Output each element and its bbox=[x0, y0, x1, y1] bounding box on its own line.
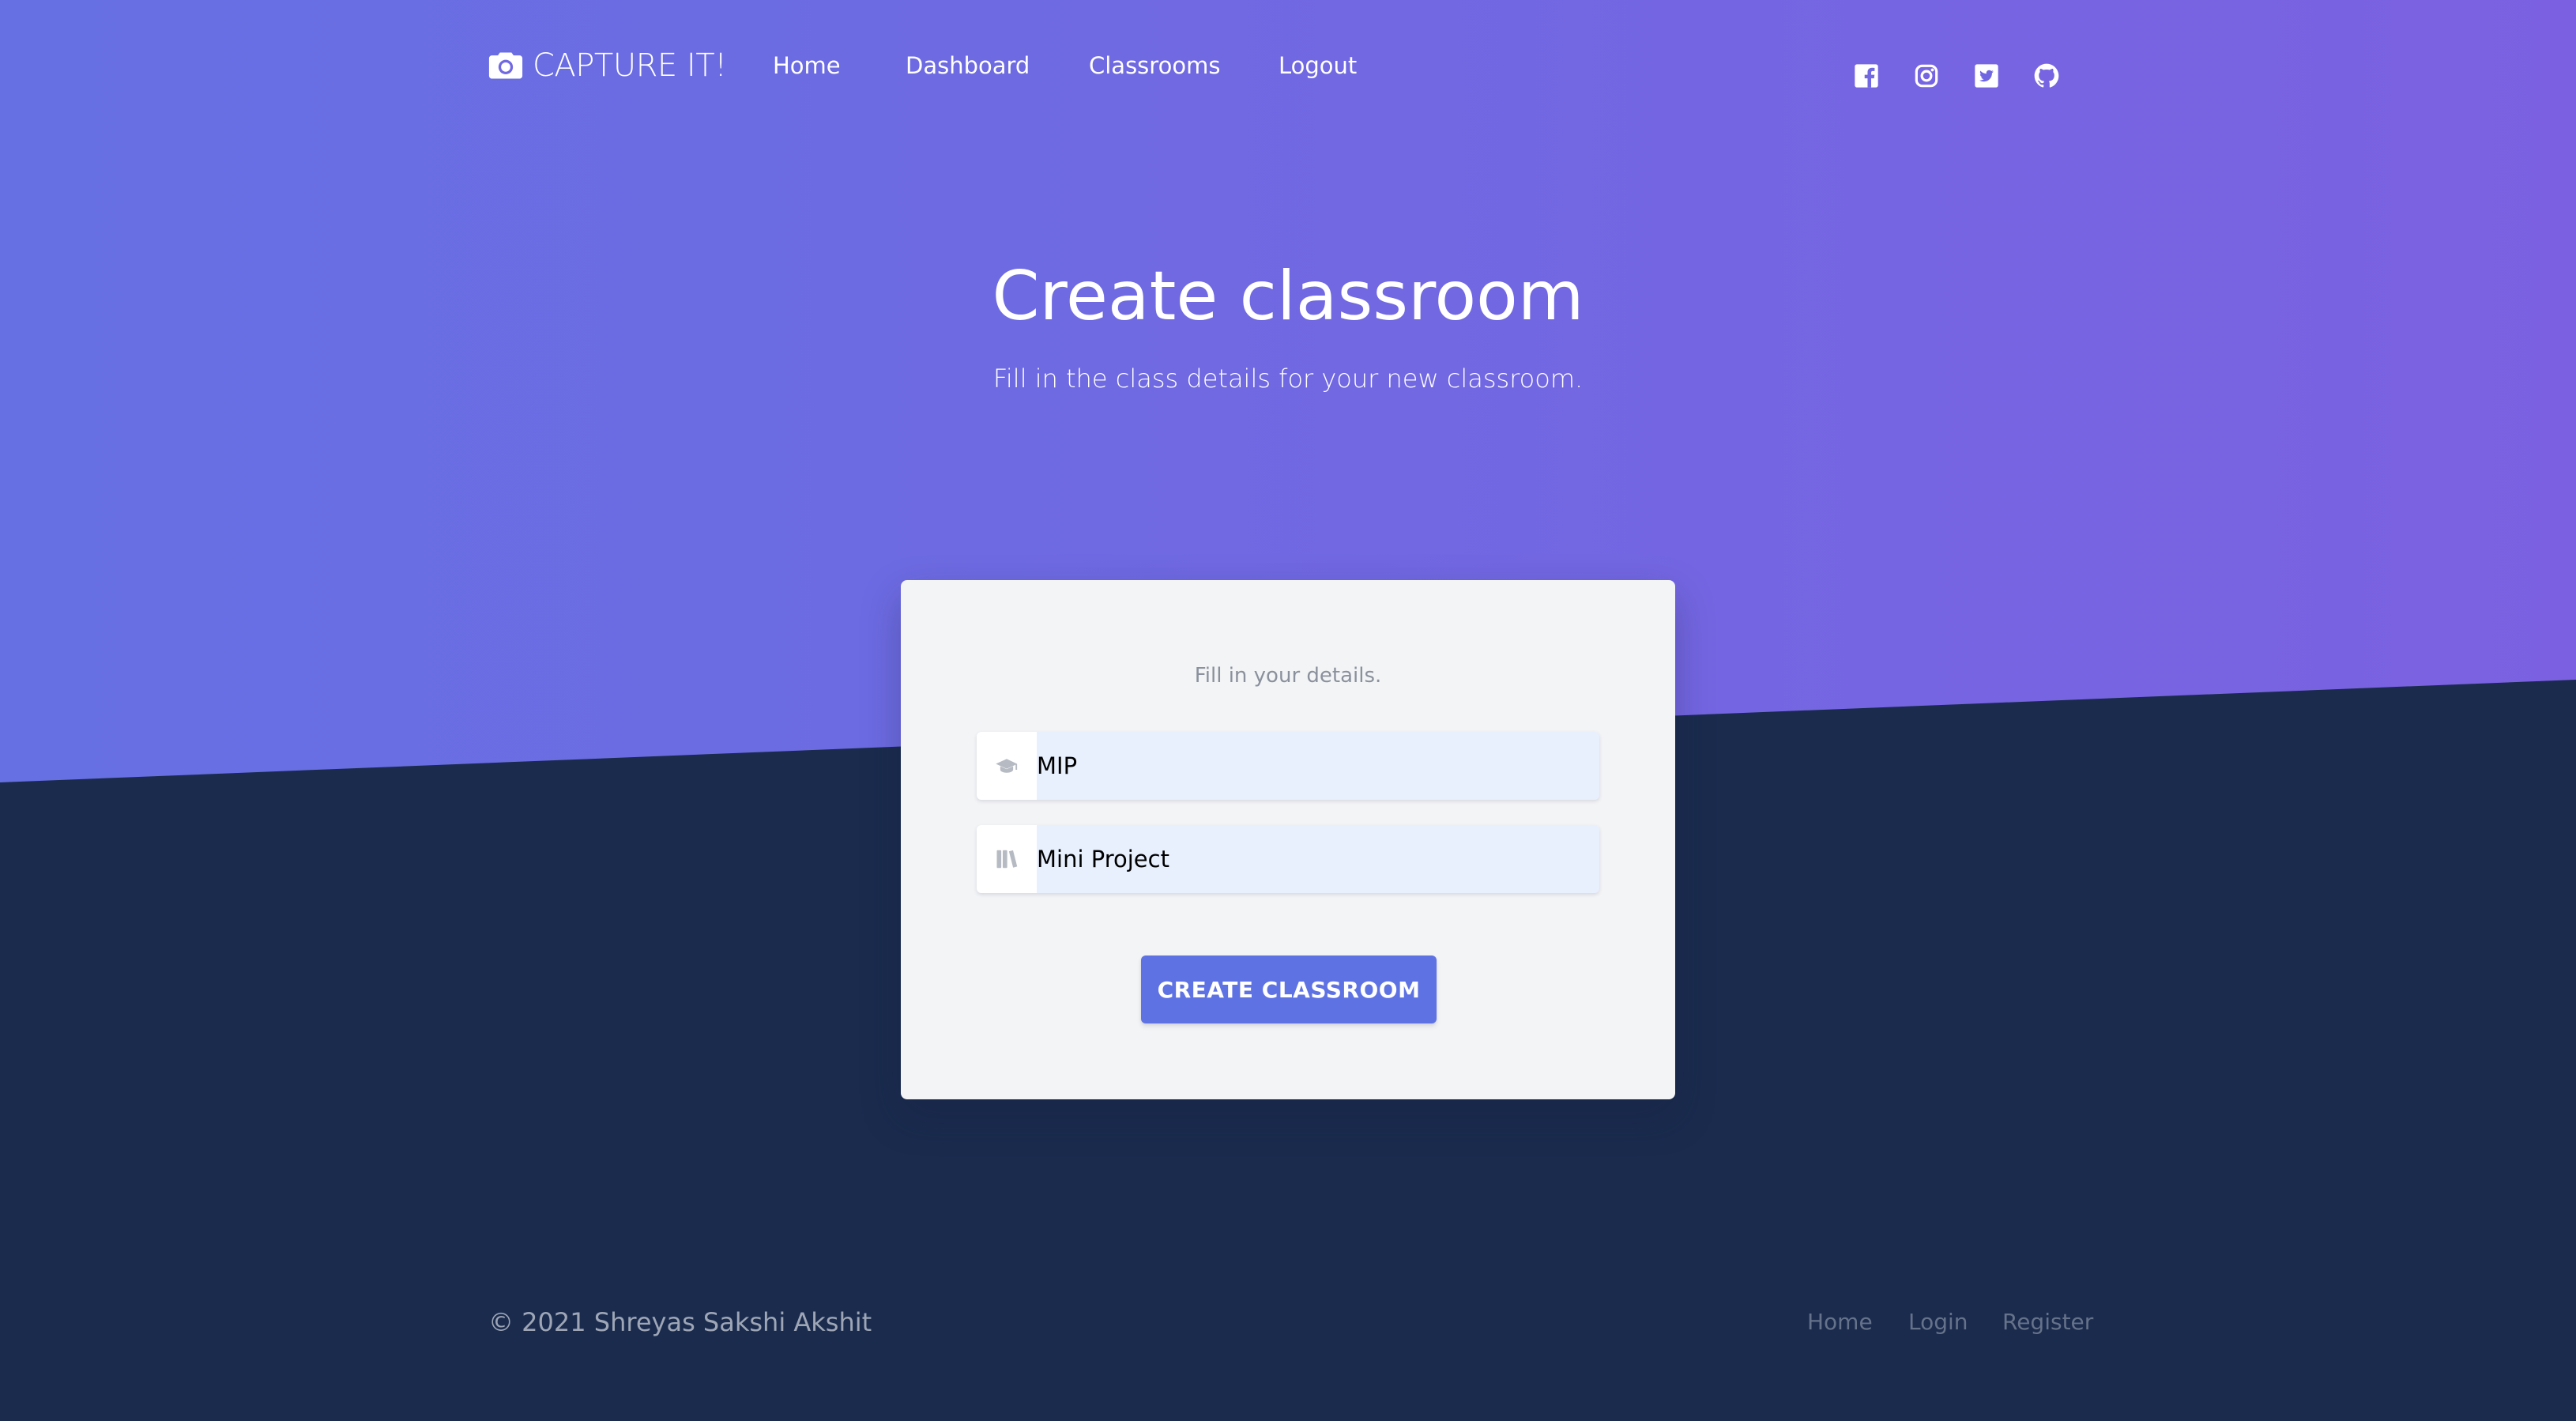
top-navbar: CAPTURE IT! Home Dashboard Classrooms Lo… bbox=[0, 0, 2576, 142]
page-title: Create classroom bbox=[992, 257, 1584, 336]
github-link[interactable] bbox=[2034, 63, 2059, 89]
nav-link-home[interactable]: Home bbox=[773, 52, 841, 79]
graduation-cap-icon bbox=[977, 732, 1037, 800]
instagram-icon bbox=[1915, 64, 1938, 88]
class-name-field bbox=[977, 825, 1599, 893]
class-name-input[interactable] bbox=[1037, 825, 1590, 893]
twitter-icon bbox=[1975, 64, 1998, 88]
brand-link[interactable]: CAPTURE IT! bbox=[488, 47, 727, 84]
instagram-link[interactable] bbox=[1914, 63, 1939, 89]
github-icon bbox=[2034, 63, 2059, 88]
books-icon bbox=[977, 825, 1037, 893]
camera-icon bbox=[488, 52, 523, 79]
form-instructions: Fill in your details. bbox=[1194, 664, 1382, 688]
footer-link-home[interactable]: Home bbox=[1807, 1309, 1873, 1335]
create-classroom-button[interactable]: CREATE CLASSROOM bbox=[1141, 956, 1437, 1023]
nav-link-logout[interactable]: Logout bbox=[1279, 52, 1357, 79]
page-subtitle: Fill in the class details for your new c… bbox=[992, 364, 1584, 394]
footer-link-register[interactable]: Register bbox=[2002, 1309, 2093, 1335]
nav-link-dashboard[interactable]: Dashboard bbox=[906, 52, 1030, 79]
class-code-input[interactable] bbox=[1037, 732, 1590, 800]
create-classroom-form: Fill in your details. CREATE CLASSROOM bbox=[901, 580, 1675, 1099]
facebook-icon bbox=[1855, 64, 1878, 88]
twitter-link[interactable] bbox=[1974, 63, 1999, 89]
nav-link-classrooms[interactable]: Classrooms bbox=[1089, 52, 1220, 79]
brand-name: CAPTURE IT! bbox=[533, 47, 727, 84]
class-code-field bbox=[977, 732, 1599, 800]
facebook-link[interactable] bbox=[1854, 63, 1879, 89]
footer-copyright: © 2021 Shreyas Sakshi Akshit bbox=[488, 1307, 872, 1337]
footer-link-login[interactable]: Login bbox=[1908, 1309, 1968, 1335]
